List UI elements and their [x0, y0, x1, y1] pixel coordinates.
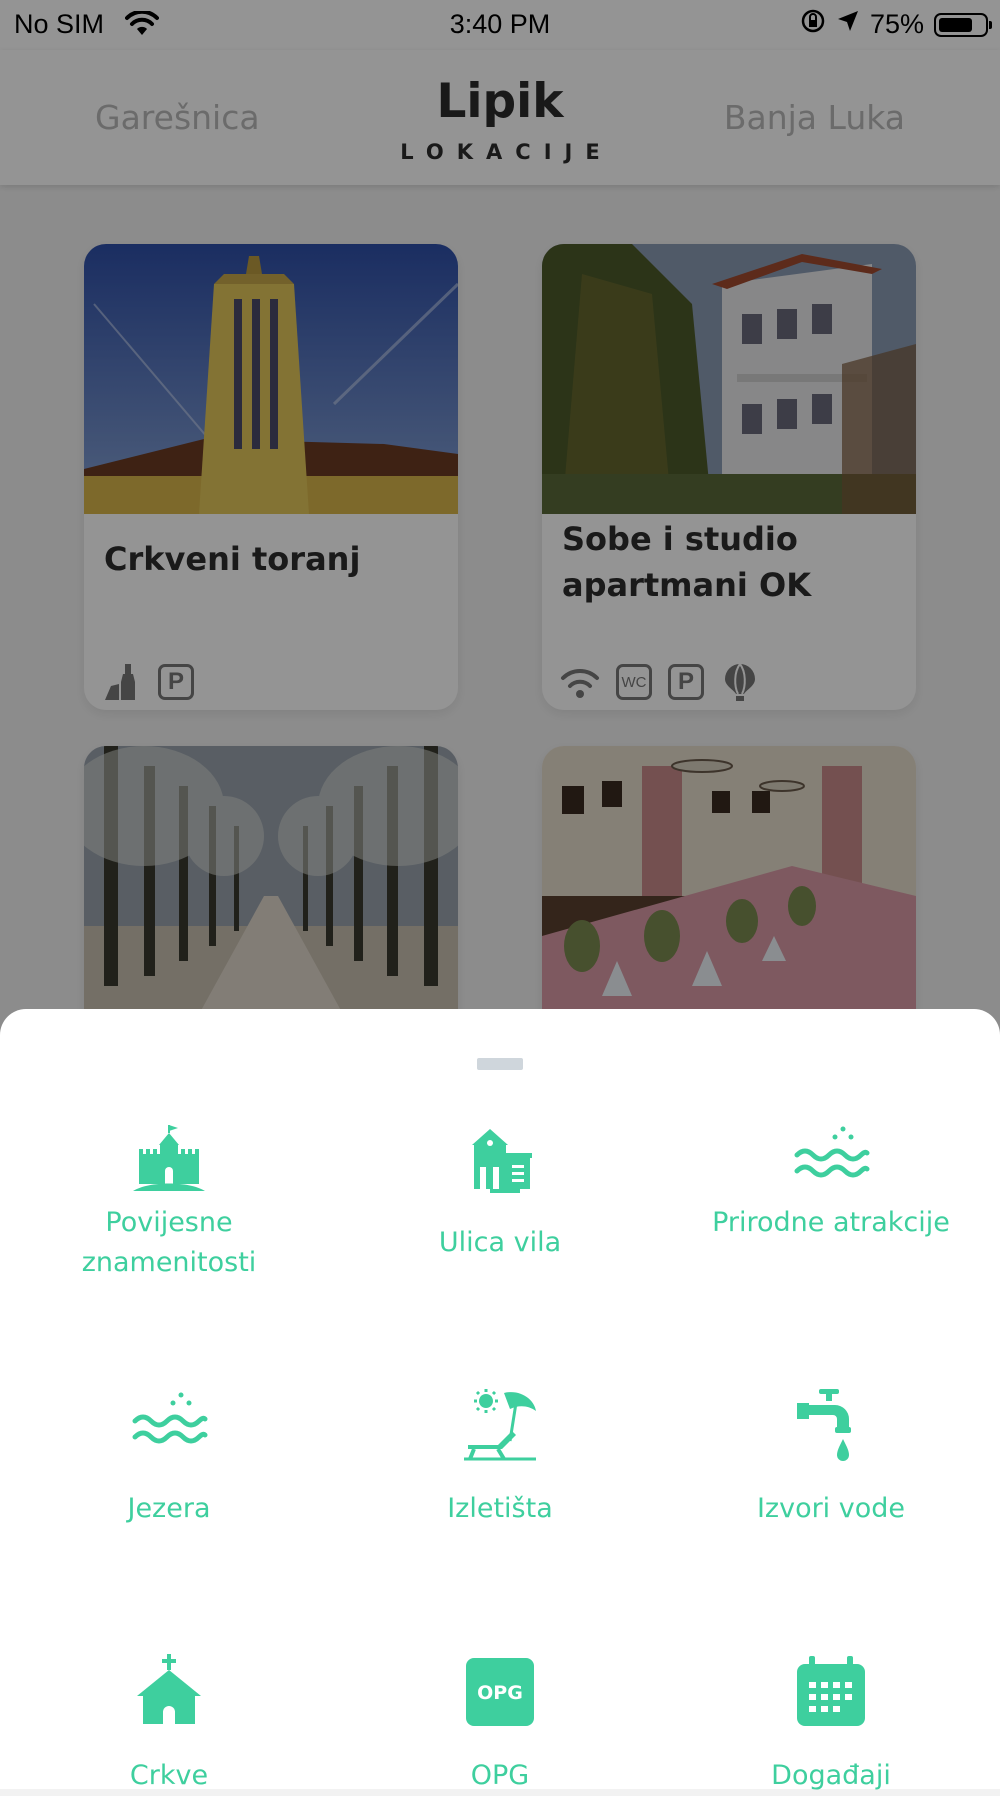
category-izletista[interactable]: Izletišta: [350, 1385, 650, 1529]
category-ulica-vila[interactable]: Ulica vila: [350, 1119, 650, 1263]
category-label: Događaji: [771, 1760, 891, 1791]
category-povijesne-znamenitosti[interactable]: Povijesne znamenitosti: [19, 1119, 319, 1283]
category-crkve[interactable]: Crkve: [19, 1652, 319, 1796]
category-label: Izvori vode: [756, 1493, 906, 1524]
category-label: Povijesne znamenitosti: [81, 1207, 257, 1278]
water-waves-icon: [791, 1119, 871, 1199]
sheet-drag-handle[interactable]: [477, 1058, 523, 1070]
category-label: Crkve: [129, 1760, 209, 1791]
category-dogadaji[interactable]: Događaji: [681, 1652, 981, 1796]
church-icon: [129, 1652, 209, 1732]
opg-icon: OPG: [460, 1652, 540, 1732]
lake-icon: [129, 1385, 209, 1465]
water-tap-icon: [791, 1385, 871, 1465]
category-label: Izletišta: [447, 1493, 553, 1524]
calendar-icon: [791, 1652, 871, 1732]
category-bottom-sheet: Povijesne znamenitosti Ulica vila Prirod…: [0, 1009, 1000, 1791]
villa-icon: [460, 1119, 540, 1199]
category-jezera[interactable]: Jezera: [19, 1385, 319, 1529]
category-label: Prirodne atrakcije: [712, 1207, 950, 1238]
category-label: Jezera: [127, 1493, 211, 1524]
category-opg[interactable]: OPG OPG: [350, 1652, 650, 1796]
opg-badge-text: OPG: [477, 1682, 523, 1704]
castle-icon: [129, 1119, 209, 1199]
category-label: Ulica vila: [438, 1227, 562, 1258]
category-izvori-vode[interactable]: Izvori vode: [681, 1385, 981, 1529]
category-prirodne-atrakcije[interactable]: Prirodne atrakcije: [681, 1119, 981, 1243]
beach-lounger-icon: [460, 1385, 540, 1465]
category-label: OPG: [470, 1760, 530, 1791]
